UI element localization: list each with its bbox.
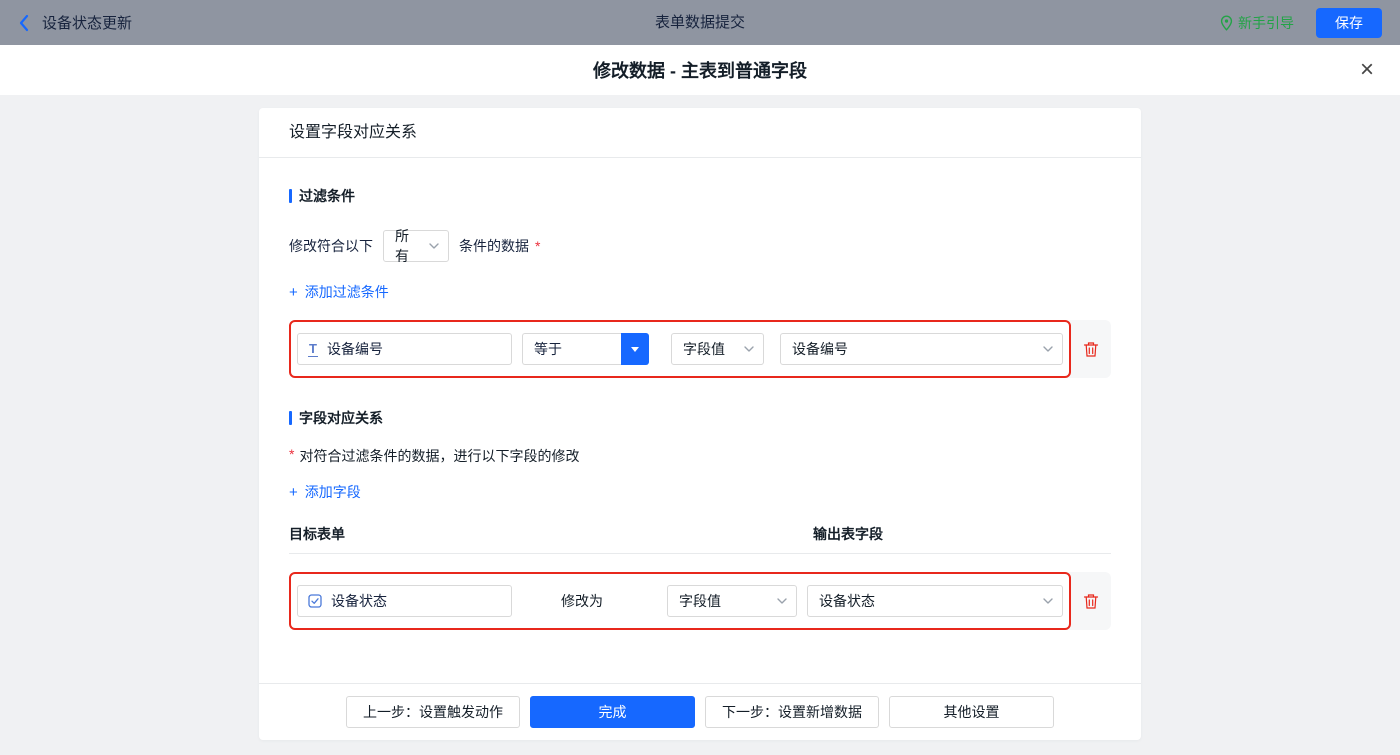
filter-value-text: 设备编号 [792,341,848,357]
plus-icon: + [289,283,298,301]
mapping-description-text: 对符合过滤条件的数据，进行以下字段的修改 [299,448,580,464]
mapping-section-title: 字段对应关系 [289,408,1111,428]
chevron-down-icon [1043,598,1053,604]
delete-filter-row-button[interactable] [1071,341,1111,358]
filter-scope-line: 修改符合以下 所有 条件的数据 * [289,228,1111,264]
mapping-value-type-value: 字段值 [679,593,721,609]
filter-section-label: 过滤条件 [299,188,355,204]
filter-field-value: 设备编号 [326,341,383,357]
location-pin-icon [1220,15,1233,31]
caret-down-icon [631,347,639,356]
column-header-output-field: 输出表字段 [813,526,883,542]
target-field-input[interactable]: 设备状态 [297,585,512,617]
mapping-row-highlight-box: 设备状态 修改为 字段值 设备状态 [289,572,1071,630]
mapping-table-headers: 目标表单 输出表字段 [289,524,1111,554]
chevron-down-icon [429,243,439,249]
other-settings-button[interactable]: 其他设置 [889,696,1054,728]
done-button[interactable]: 完成 [530,696,695,728]
delete-mapping-row-button[interactable] [1071,593,1111,610]
mapping-description: * 对符合过滤条件的数据，进行以下字段的修改 [289,446,1111,466]
required-mark: * [535,238,541,254]
filter-condition-row: T 设备编号 等于 字段值 设备编号 [289,320,1111,378]
filter-scope-value: 所有 [395,228,409,264]
required-mark: * [289,446,295,462]
filter-scope-suffix: 条件的数据 [459,238,529,254]
flow-title: 设备状态更新 [42,15,133,32]
topbar: 设备状态更新 表单数据提交 新手引导 保存 [0,0,1400,45]
chevron-left-icon [19,14,29,31]
next-step-button[interactable]: 下一步：设置新增数据 [705,696,879,728]
plus-icon: + [289,483,298,501]
operator-caret-button[interactable] [621,333,649,365]
close-icon[interactable]: × [1360,58,1374,82]
save-button[interactable]: 保存 [1316,7,1382,38]
filter-scope-select[interactable]: 所有 [383,228,449,264]
value-type-select[interactable]: 字段值 [671,333,764,365]
filter-row-highlight-box: T 设备编号 等于 字段值 设备编号 [289,320,1071,378]
trash-icon [1083,593,1099,609]
select-field-icon [308,594,322,608]
page-title: 表单数据提交 [654,14,746,31]
filter-section-title: 过滤条件 [289,186,1111,206]
value-type-value: 字段值 [683,341,725,357]
column-header-target-form: 目标表单 [289,526,345,542]
chevron-down-icon [1043,346,1053,352]
mapping-value-type-select[interactable]: 字段值 [667,585,797,617]
settings-card: 设置字段对应关系 过滤条件 修改符合以下 所有 条件的数据 * + 添加过滤条件 [259,108,1141,740]
operator-value: 等于 [522,333,621,365]
back-button[interactable] [18,14,30,32]
card-header-title: 设置字段对应关系 [259,108,1141,158]
filter-scope-prefix: 修改符合以下 [289,238,373,254]
chevron-down-icon [744,346,754,352]
text-field-icon: T [308,340,318,357]
mapping-value-text: 设备状态 [819,593,875,609]
beginner-guide-link[interactable]: 新手引导 [1220,13,1294,33]
card-footer: 上一步：设置触发动作 完成 下一步：设置新增数据 其他设置 [259,683,1141,740]
filter-value-select[interactable]: 设备编号 [780,333,1063,365]
add-filter-condition-label: 添加过滤条件 [304,284,389,300]
chevron-down-icon [777,598,787,604]
target-field-value: 设备状态 [331,593,387,609]
mapping-value-select[interactable]: 设备状态 [807,585,1063,617]
modify-to-label: 修改为 [561,593,603,609]
mapping-row: 设备状态 修改为 字段值 设备状态 [289,572,1111,630]
dialog-title: 修改数据 - 主表到普通字段 [593,61,807,81]
trash-icon [1083,341,1099,357]
prev-step-button[interactable]: 上一步：设置触发动作 [346,696,520,728]
dialog-content: 设置字段对应关系 过滤条件 修改符合以下 所有 条件的数据 * + 添加过滤条件 [0,95,1400,755]
add-field-label: 添加字段 [304,484,361,500]
section-accent-bar [289,411,292,425]
filter-field-input[interactable]: T 设备编号 [297,333,512,365]
add-filter-condition-link[interactable]: + 添加过滤条件 [289,282,389,302]
add-field-link[interactable]: + 添加字段 [289,482,361,502]
dialog-header: 修改数据 - 主表到普通字段 × [0,45,1400,95]
mapping-section-label: 字段对应关系 [299,410,383,426]
section-accent-bar [289,189,292,203]
operator-select[interactable]: 等于 [522,333,649,365]
beginner-guide-label: 新手引导 [1238,14,1294,31]
card-body: 过滤条件 修改符合以下 所有 条件的数据 * + 添加过滤条件 T 设备编号 等… [259,158,1141,683]
